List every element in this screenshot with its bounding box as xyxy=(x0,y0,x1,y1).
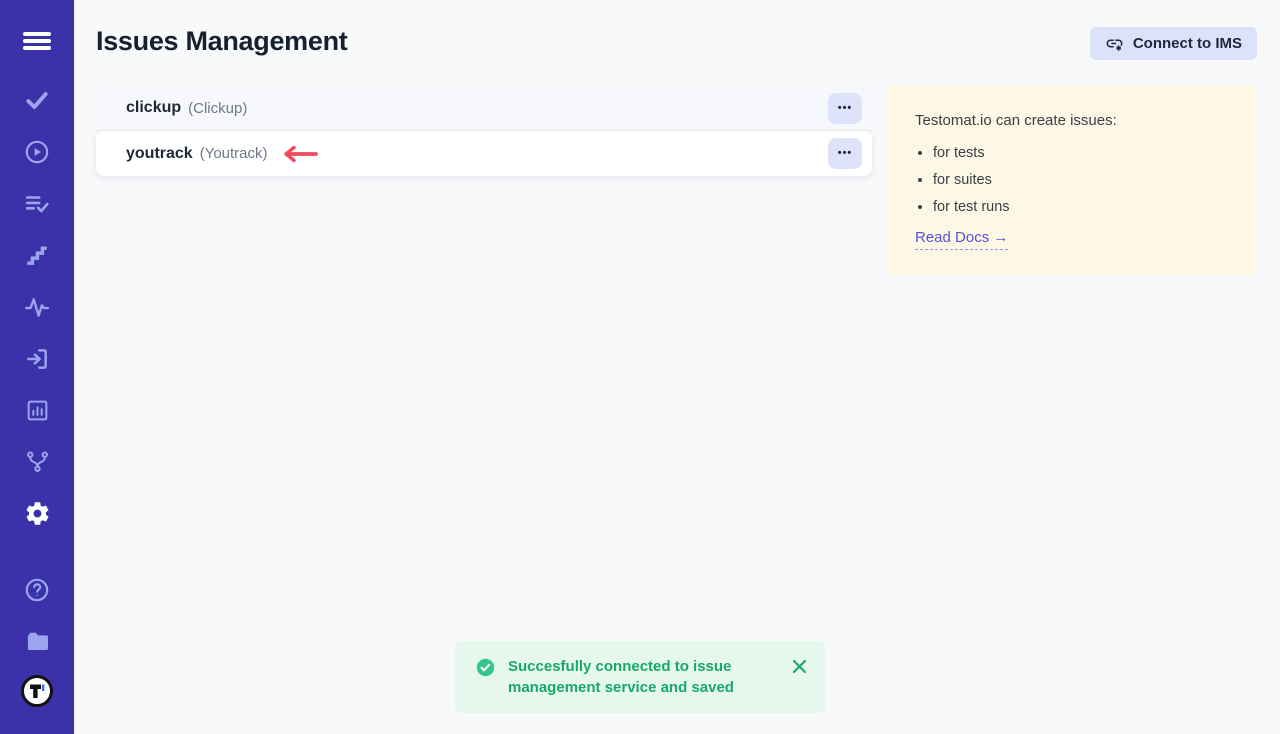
help-icon xyxy=(24,577,50,603)
bar-chart-icon xyxy=(25,398,50,423)
activity-pulse-icon xyxy=(24,294,50,320)
sidebar-item-runs[interactable] xyxy=(15,130,59,174)
main-content: Issues Management Connect to IMS clickup… xyxy=(74,0,1280,734)
hamburger-menu-icon[interactable] xyxy=(15,19,59,63)
testomat-logo[interactable] xyxy=(15,669,59,713)
connect-link-icon xyxy=(1105,34,1124,53)
ims-row-clickup[interactable]: clickup (Clickup) ••• xyxy=(96,86,872,131)
sidebar-item-tests[interactable] xyxy=(15,78,59,122)
toast-message: Succesfully connected to issue managemen… xyxy=(508,656,770,698)
list-check-icon xyxy=(24,191,50,217)
sidebar-item-test-plans[interactable] xyxy=(15,182,59,226)
ims-list: clickup (Clickup) ••• youtrack (Youtrack… xyxy=(96,86,872,176)
read-docs-link[interactable]: Read Docs → xyxy=(915,229,1008,250)
ims-name: clickup xyxy=(126,99,181,117)
info-panel-item: for test runs xyxy=(933,199,1227,215)
success-check-icon xyxy=(476,658,495,677)
close-icon xyxy=(792,659,807,674)
sidebar-item-settings[interactable] xyxy=(15,491,59,535)
info-panel: Testomat.io can create issues: for tests… xyxy=(885,85,1257,275)
info-panel-title: Testomat.io can create issues: xyxy=(915,112,1227,129)
testomat-logo-icon xyxy=(19,673,55,709)
ims-row-actions-button[interactable]: ••• xyxy=(828,138,862,169)
connect-button-label: Connect to IMS xyxy=(1133,35,1242,52)
info-panel-list: for tests for suites for test runs xyxy=(915,145,1227,215)
play-circle-icon xyxy=(24,139,50,165)
sidebar-item-reports[interactable] xyxy=(15,388,59,432)
sidebar-item-help[interactable] xyxy=(15,568,59,612)
ims-type: (Clickup) xyxy=(188,100,247,117)
toast-close-button[interactable] xyxy=(792,659,807,674)
sidebar-item-projects[interactable] xyxy=(15,619,59,663)
check-icon xyxy=(24,87,50,113)
ims-row-youtrack[interactable]: youtrack (Youtrack) ••• xyxy=(96,131,872,176)
folder-icon xyxy=(24,628,51,655)
ims-type: (Youtrack) xyxy=(200,145,268,162)
connect-to-ims-button[interactable]: Connect to IMS xyxy=(1090,27,1257,60)
page-title: Issues Management xyxy=(96,26,348,57)
ims-row-actions-button[interactable]: ••• xyxy=(828,93,862,124)
settings-gear-icon xyxy=(24,500,51,527)
branch-icon xyxy=(25,449,50,474)
sidebar-item-import[interactable] xyxy=(15,337,59,381)
sidebar-item-steps[interactable] xyxy=(15,233,59,277)
info-panel-item: for tests xyxy=(933,145,1227,161)
ims-name: youtrack xyxy=(126,145,193,163)
sidebar xyxy=(0,0,74,734)
steps-icon xyxy=(24,242,50,268)
sidebar-item-branches[interactable] xyxy=(15,439,59,483)
sidebar-item-activity[interactable] xyxy=(15,285,59,329)
info-panel-item: for suites xyxy=(933,172,1227,188)
import-icon xyxy=(24,346,50,372)
success-toast: Succesfully connected to issue managemen… xyxy=(455,641,825,713)
red-left-arrow-icon xyxy=(279,145,319,163)
